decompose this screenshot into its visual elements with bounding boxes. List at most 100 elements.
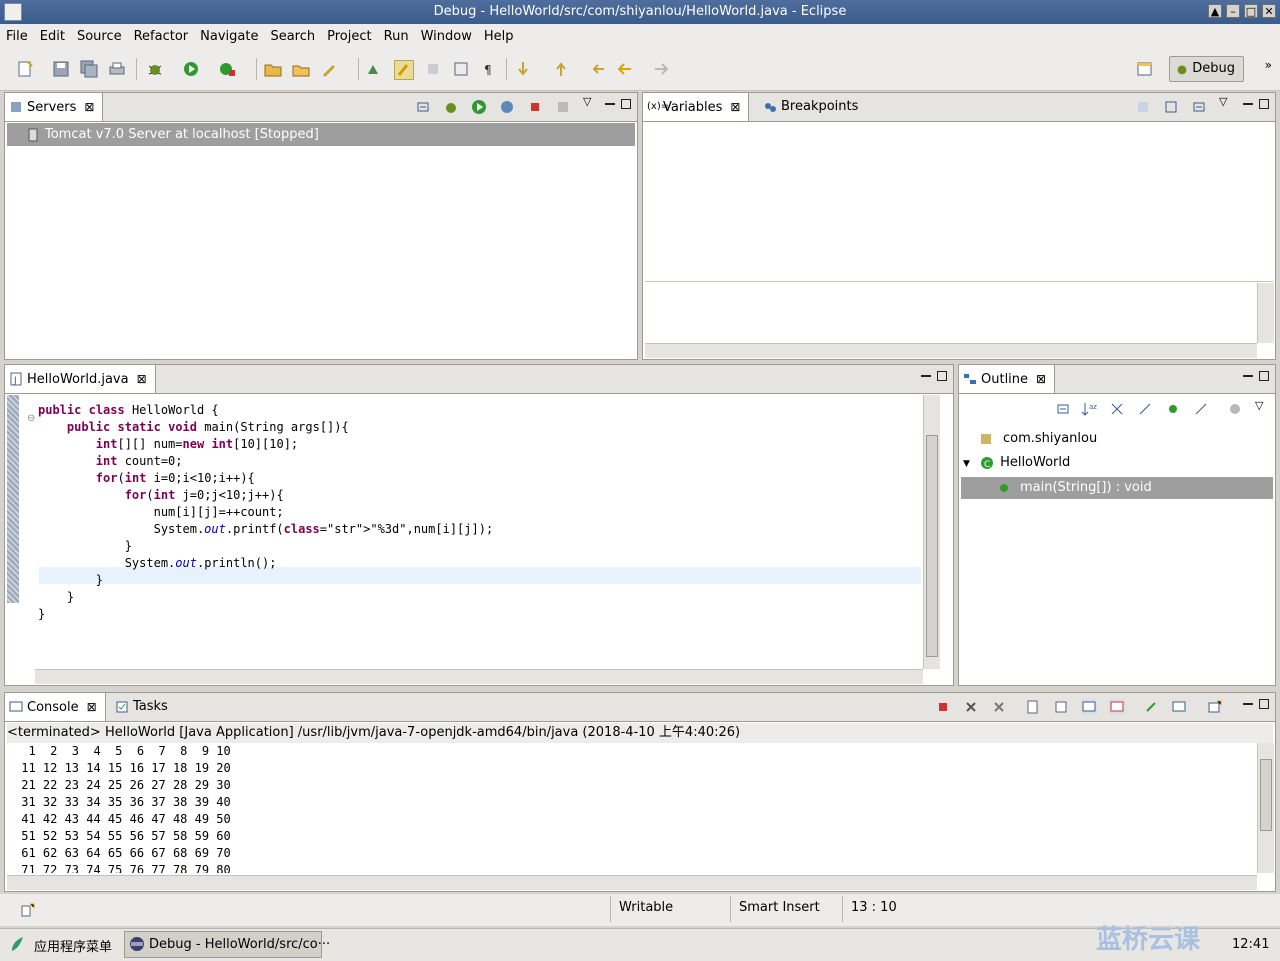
server-row[interactable]: Tomcat v7.0 Server at localhost [Stopped… bbox=[7, 123, 635, 146]
close-tab-icon[interactable]: ⊠ bbox=[730, 100, 740, 114]
maximize-view-icon[interactable] bbox=[1259, 371, 1269, 381]
menu-file[interactable]: File bbox=[0, 29, 34, 44]
clear-console-icon[interactable] bbox=[1025, 699, 1041, 715]
outline-method-row[interactable]: main(String[]) : void bbox=[961, 477, 1273, 499]
minimize-button[interactable]: – bbox=[1226, 4, 1240, 18]
save-all-icon[interactable] bbox=[80, 60, 98, 78]
new-file-icon[interactable] bbox=[16, 60, 34, 78]
tab-breakpoints[interactable]: Breakpoints bbox=[759, 93, 866, 121]
menu-run[interactable]: Run bbox=[378, 29, 415, 44]
collapse-all-icon[interactable] bbox=[1055, 401, 1071, 417]
close-tab-icon[interactable]: ⊠ bbox=[87, 700, 97, 714]
apps-menu-label[interactable]: 应用程序菜单 bbox=[34, 936, 112, 955]
tab-console[interactable]: Console ⊠ bbox=[5, 693, 106, 721]
menu-source[interactable]: Source bbox=[71, 29, 128, 44]
close-tab-icon[interactable]: ⊠ bbox=[84, 100, 94, 114]
minimize-view-icon[interactable] bbox=[921, 375, 931, 377]
menu-project[interactable]: Project bbox=[321, 29, 377, 44]
display-selected-console-icon[interactable] bbox=[1171, 699, 1187, 715]
remove-launch-icon[interactable] bbox=[963, 699, 979, 715]
scroll-lock-icon[interactable] bbox=[1053, 699, 1069, 715]
print-icon[interactable] bbox=[108, 60, 126, 78]
terminate-icon[interactable] bbox=[935, 699, 951, 715]
close-window-button[interactable]: ✕ bbox=[1262, 4, 1276, 18]
hide-static-icon[interactable] bbox=[1137, 401, 1153, 417]
start-server-icon[interactable] bbox=[471, 99, 487, 115]
console-horizontal-scrollbar[interactable] bbox=[7, 875, 1257, 890]
tab-tasks[interactable]: Tasks bbox=[111, 693, 176, 721]
open-console-icon[interactable] bbox=[1207, 699, 1223, 715]
profile-server-icon[interactable] bbox=[499, 99, 515, 115]
stop-server-icon[interactable] bbox=[527, 99, 543, 115]
open-folder-icon[interactable] bbox=[264, 60, 282, 78]
horizontal-scrollbar[interactable] bbox=[645, 343, 1257, 358]
menu-search[interactable]: Search bbox=[264, 29, 321, 44]
open-task-icon[interactable] bbox=[320, 60, 338, 78]
details-scrollbar[interactable] bbox=[1257, 283, 1274, 343]
collapse-icon[interactable] bbox=[415, 99, 431, 115]
paragraph-icon[interactable]: ¶ bbox=[480, 60, 498, 78]
forward-arrow-icon[interactable] bbox=[652, 60, 670, 78]
debug-icon[interactable] bbox=[146, 60, 164, 78]
show-logical-structure-icon[interactable] bbox=[1163, 99, 1179, 115]
external-tools-icon[interactable] bbox=[218, 60, 236, 78]
next-annotation-icon[interactable] bbox=[514, 60, 532, 78]
taskbar-window-button[interactable]: Debug - HelloWorld/src/co··· bbox=[124, 931, 330, 958]
tab-servers[interactable]: Servers ⊠ bbox=[5, 93, 104, 121]
minimize-view-icon[interactable] bbox=[605, 103, 615, 105]
tab-variables[interactable]: (x)= Variables ⊠ bbox=[643, 93, 750, 121]
back-arrow-icon[interactable] bbox=[616, 60, 634, 78]
tab-outline[interactable]: Outline ⊠ bbox=[959, 365, 1056, 393]
outline-class[interactable]: ▼ C HelloWorld bbox=[963, 453, 1070, 473]
maximize-view-icon[interactable] bbox=[621, 99, 631, 109]
perspective-overflow-icon[interactable]: » bbox=[1265, 58, 1272, 72]
run-icon[interactable] bbox=[182, 60, 200, 78]
menu-help[interactable]: Help bbox=[478, 29, 520, 44]
menu-window[interactable]: Window bbox=[415, 29, 478, 44]
editor-horizontal-scrollbar[interactable] bbox=[35, 669, 923, 684]
shade-window-button[interactable]: ▲ bbox=[1208, 4, 1222, 18]
show-type-names-icon[interactable] bbox=[1135, 99, 1151, 115]
fold-toggle-icon[interactable]: ⊖ bbox=[27, 413, 35, 424]
menu-edit[interactable]: Edit bbox=[34, 29, 71, 44]
console-vertical-scrollbar[interactable] bbox=[1257, 743, 1274, 873]
maximize-view-icon[interactable] bbox=[937, 371, 947, 381]
minimize-view-icon[interactable] bbox=[1243, 703, 1253, 705]
debug-server-icon[interactable] bbox=[443, 99, 459, 115]
debug-perspective-button[interactable]: Debug bbox=[1169, 56, 1244, 82]
minimize-view-icon[interactable] bbox=[1243, 103, 1253, 105]
show-console-on-error-icon[interactable] bbox=[1109, 699, 1125, 715]
view-menu-icon[interactable]: ▽ bbox=[583, 95, 591, 108]
maximize-view-icon[interactable] bbox=[1259, 699, 1269, 709]
outline-package[interactable]: com.shiyanlou bbox=[979, 429, 1097, 449]
show-whitespace-icon[interactable] bbox=[452, 60, 470, 78]
tab-helloworld-java[interactable]: J HelloWorld.java ⊠ bbox=[5, 365, 156, 393]
hide-local-types-icon[interactable] bbox=[1193, 401, 1209, 417]
menu-navigate[interactable]: Navigate bbox=[194, 29, 264, 44]
apps-menu-icon[interactable] bbox=[8, 935, 26, 953]
minimize-view-icon[interactable] bbox=[1243, 375, 1253, 377]
save-icon[interactable] bbox=[52, 60, 70, 78]
open-perspective-icon[interactable] bbox=[1136, 60, 1154, 78]
hide-nonpublic-icon[interactable] bbox=[1165, 401, 1181, 417]
last-edit-location-icon[interactable] bbox=[590, 60, 608, 78]
fast-view-icon[interactable] bbox=[20, 902, 36, 918]
code-editor[interactable]: public class HelloWorld { public static … bbox=[38, 402, 493, 623]
previous-annotation-icon[interactable] bbox=[552, 60, 570, 78]
open-type-icon[interactable] bbox=[292, 60, 310, 78]
maximize-button[interactable]: □ bbox=[1244, 4, 1258, 18]
close-tab-icon[interactable]: ⊠ bbox=[1036, 372, 1046, 386]
block-selection-icon[interactable] bbox=[424, 60, 442, 78]
mark-occurrences-icon[interactable] bbox=[394, 60, 414, 80]
pin-console-icon[interactable] bbox=[1143, 699, 1159, 715]
menu-refactor[interactable]: Refactor bbox=[128, 29, 195, 44]
focus-icon[interactable] bbox=[1227, 401, 1243, 417]
view-menu-icon[interactable]: ▽ bbox=[1219, 95, 1227, 108]
remove-all-terminated-icon[interactable] bbox=[991, 699, 1007, 715]
maximize-view-icon[interactable] bbox=[1259, 99, 1269, 109]
expand-arrow-icon[interactable]: ▼ bbox=[963, 459, 970, 469]
sort-icon[interactable]: az bbox=[1081, 401, 1097, 417]
show-console-on-output-icon[interactable] bbox=[1081, 699, 1097, 715]
editor-vertical-scrollbar[interactable] bbox=[923, 395, 940, 669]
hide-fields-icon[interactable] bbox=[1109, 401, 1125, 417]
